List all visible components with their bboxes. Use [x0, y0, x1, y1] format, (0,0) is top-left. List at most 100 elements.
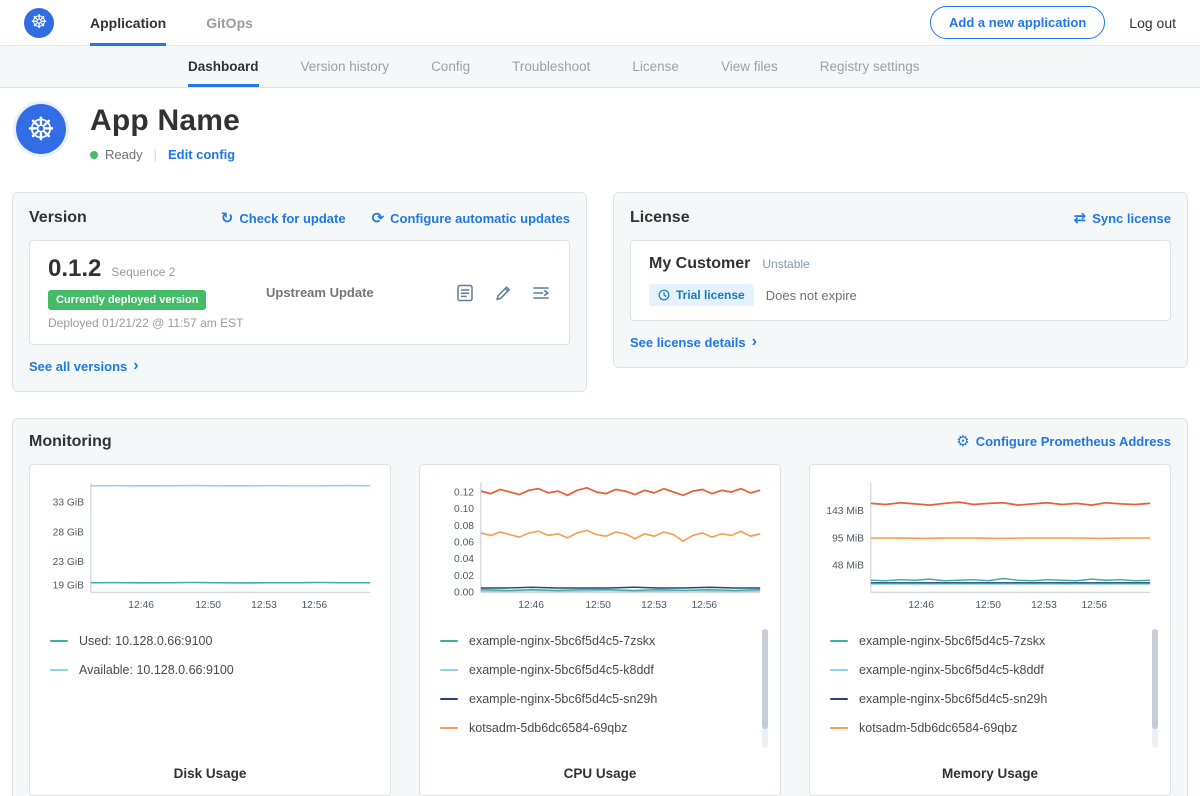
- disk-usage-chart: 33 GiB28 GiB23 GiB19 GiB12:4612:5012:531…: [42, 475, 378, 623]
- legend-swatch-icon: [440, 727, 458, 729]
- deployed-badge: Currently deployed version: [48, 290, 206, 310]
- tab-license[interactable]: License: [632, 46, 679, 87]
- tab-config[interactable]: Config: [431, 46, 470, 87]
- customer-name: My Customer: [649, 255, 750, 273]
- sync-license-label: Sync license: [1092, 211, 1171, 226]
- tab-application[interactable]: Application: [90, 0, 166, 46]
- svg-text:12:56: 12:56: [1081, 599, 1107, 610]
- tab-gitops[interactable]: GitOps: [206, 0, 253, 46]
- upstream-update-label: Upstream Update: [266, 285, 455, 300]
- legend-label: kotsadm-5db6dc6584-69qbz: [859, 721, 1017, 735]
- page-title: App Name: [90, 104, 240, 138]
- monitoring-title: Monitoring: [29, 433, 112, 451]
- tab-config-label: Config: [431, 59, 470, 74]
- current-version-box: 0.1.2 Sequence 2 Currently deployed vers…: [29, 240, 570, 345]
- legend-scrollbar[interactable]: [1152, 629, 1158, 748]
- svg-text:12:46: 12:46: [518, 599, 544, 610]
- legend-label: example-nginx-5bc6f5d4c5-7zskx: [859, 634, 1045, 648]
- legend-swatch-icon: [50, 640, 68, 642]
- scrollbar-thumb[interactable]: [762, 629, 768, 729]
- svg-text:12:50: 12:50: [585, 599, 611, 610]
- sync-icon: ⇄: [1074, 211, 1087, 226]
- memory-usage-chart: 143 MiB95 MiB48 MiB12:4612:5012:5312:56: [822, 475, 1158, 623]
- gear-icon: ⚙: [956, 434, 969, 449]
- configure-prometheus-link[interactable]: ⚙ Configure Prometheus Address: [956, 434, 1171, 449]
- version-info: 0.1.2 Sequence 2 Currently deployed vers…: [48, 255, 266, 330]
- sync-license-link[interactable]: ⇄ Sync license: [1074, 211, 1171, 226]
- legend-item: example-nginx-5bc6f5d4c5-k8ddf: [440, 656, 768, 685]
- legend-label: example-nginx-5bc6f5d4c5-sn29h: [469, 692, 657, 706]
- legend-item: kotsadm-5db6dc6584-69qbz: [440, 714, 768, 743]
- legend-label: kotsadm-5db6dc6584-69qbz: [469, 721, 627, 735]
- svg-text:0.02: 0.02: [454, 570, 474, 581]
- version-action-icons: [455, 283, 551, 303]
- scrollbar-thumb[interactable]: [1152, 629, 1158, 729]
- memory-usage-legend: example-nginx-5bc6f5d4c5-7zskx example-ng…: [822, 627, 1158, 758]
- svg-text:23 GiB: 23 GiB: [53, 556, 84, 567]
- legend-swatch-icon: [830, 640, 848, 642]
- see-license-details-link[interactable]: See license details ›: [630, 335, 757, 351]
- tab-troubleshoot[interactable]: Troubleshoot: [512, 46, 590, 87]
- k8s-wheel-glyph: ☸: [30, 11, 47, 34]
- channel-badge: Unstable: [762, 257, 809, 271]
- topnav-tabs: Application GitOps: [90, 0, 293, 46]
- kubernetes-logo-icon: ☸: [24, 8, 54, 38]
- license-card-title: License: [630, 209, 690, 227]
- license-card-header: License ⇄ Sync license: [630, 209, 1171, 227]
- legend-label: example-nginx-5bc6f5d4c5-sn29h: [859, 692, 1047, 706]
- svg-text:12:56: 12:56: [691, 599, 717, 610]
- version-card-title: Version: [29, 209, 87, 227]
- svg-text:12:53: 12:53: [1031, 599, 1057, 610]
- see-all-versions-link[interactable]: See all versions ›: [29, 359, 139, 375]
- logout-button[interactable]: Log out: [1129, 15, 1176, 31]
- legend-item: example-nginx-5bc6f5d4c5-k8ddf: [830, 656, 1158, 685]
- memory-usage-panel: 143 MiB95 MiB48 MiB12:4612:5012:5312:56 …: [809, 464, 1171, 796]
- legend-scrollbar[interactable]: [762, 629, 768, 748]
- edit-config-link[interactable]: Edit config: [168, 147, 235, 162]
- tab-view-files-label: View files: [721, 59, 778, 74]
- diff-icon[interactable]: [531, 283, 551, 303]
- legend-label: example-nginx-5bc6f5d4c5-k8ddf: [469, 663, 654, 677]
- legend-swatch-icon: [440, 698, 458, 700]
- tab-license-label: License: [632, 59, 679, 74]
- topnav-right: Add a new application Log out: [930, 6, 1176, 39]
- svg-text:33 GiB: 33 GiB: [53, 497, 84, 508]
- svg-text:12:53: 12:53: [251, 599, 277, 610]
- svg-text:143 MiB: 143 MiB: [826, 506, 864, 517]
- legend-label: example-nginx-5bc6f5d4c5-7zskx: [469, 634, 655, 648]
- legend-item: example-nginx-5bc6f5d4c5-7zskx: [830, 627, 1158, 656]
- top-navbar: ☸ Application GitOps Add a new applicati…: [0, 0, 1200, 46]
- svg-text:12:46: 12:46: [908, 599, 934, 610]
- tab-view-files[interactable]: View files: [721, 46, 778, 87]
- check-for-update-link[interactable]: ↻ Check for update: [221, 211, 346, 226]
- tab-application-label: Application: [90, 15, 166, 31]
- legend-item: example-nginx-5bc6f5d4c5-sn29h: [830, 685, 1158, 714]
- svg-text:0.04: 0.04: [454, 554, 474, 565]
- edit-config-icon[interactable]: [493, 283, 513, 303]
- svg-text:12:46: 12:46: [128, 599, 154, 610]
- legend-label: Used: 10.128.0.66:9100: [79, 634, 212, 648]
- tab-dashboard[interactable]: Dashboard: [188, 46, 259, 87]
- svg-text:95 MiB: 95 MiB: [832, 533, 864, 544]
- svg-text:12:53: 12:53: [641, 599, 667, 610]
- auto-update-icon: ⟳: [372, 211, 385, 226]
- legend-item: Available: 10.128.0.66:9100: [50, 656, 378, 685]
- app-title-block: App Name Ready | Edit config: [90, 104, 240, 162]
- tab-version-history[interactable]: Version history: [301, 46, 390, 87]
- add-application-button[interactable]: Add a new application: [930, 6, 1105, 39]
- tab-registry-settings[interactable]: Registry settings: [820, 46, 920, 87]
- cpu-usage-legend: example-nginx-5bc6f5d4c5-7zskx example-ng…: [432, 627, 768, 758]
- refresh-icon: ↻: [221, 211, 234, 226]
- cpu-usage-chart: 0.120.100.080.060.040.020.0012:4612:5012…: [432, 475, 768, 623]
- legend-swatch-icon: [830, 698, 848, 700]
- legend-swatch-icon: [830, 727, 848, 729]
- monitoring-card: Monitoring ⚙ Configure Prometheus Addres…: [12, 418, 1188, 796]
- license-expiration: Does not expire: [766, 288, 857, 303]
- svg-text:12:56: 12:56: [301, 599, 327, 610]
- legend-swatch-icon: [440, 640, 458, 642]
- disk-usage-legend: Used: 10.128.0.66:9100 Available: 10.128.…: [42, 627, 378, 758]
- configure-automatic-updates-link[interactable]: ⟳ Configure automatic updates: [372, 211, 570, 226]
- release-notes-icon[interactable]: [455, 283, 475, 303]
- memory-usage-title: Memory Usage: [822, 758, 1158, 787]
- charts-row: 33 GiB28 GiB23 GiB19 GiB12:4612:5012:531…: [29, 464, 1171, 796]
